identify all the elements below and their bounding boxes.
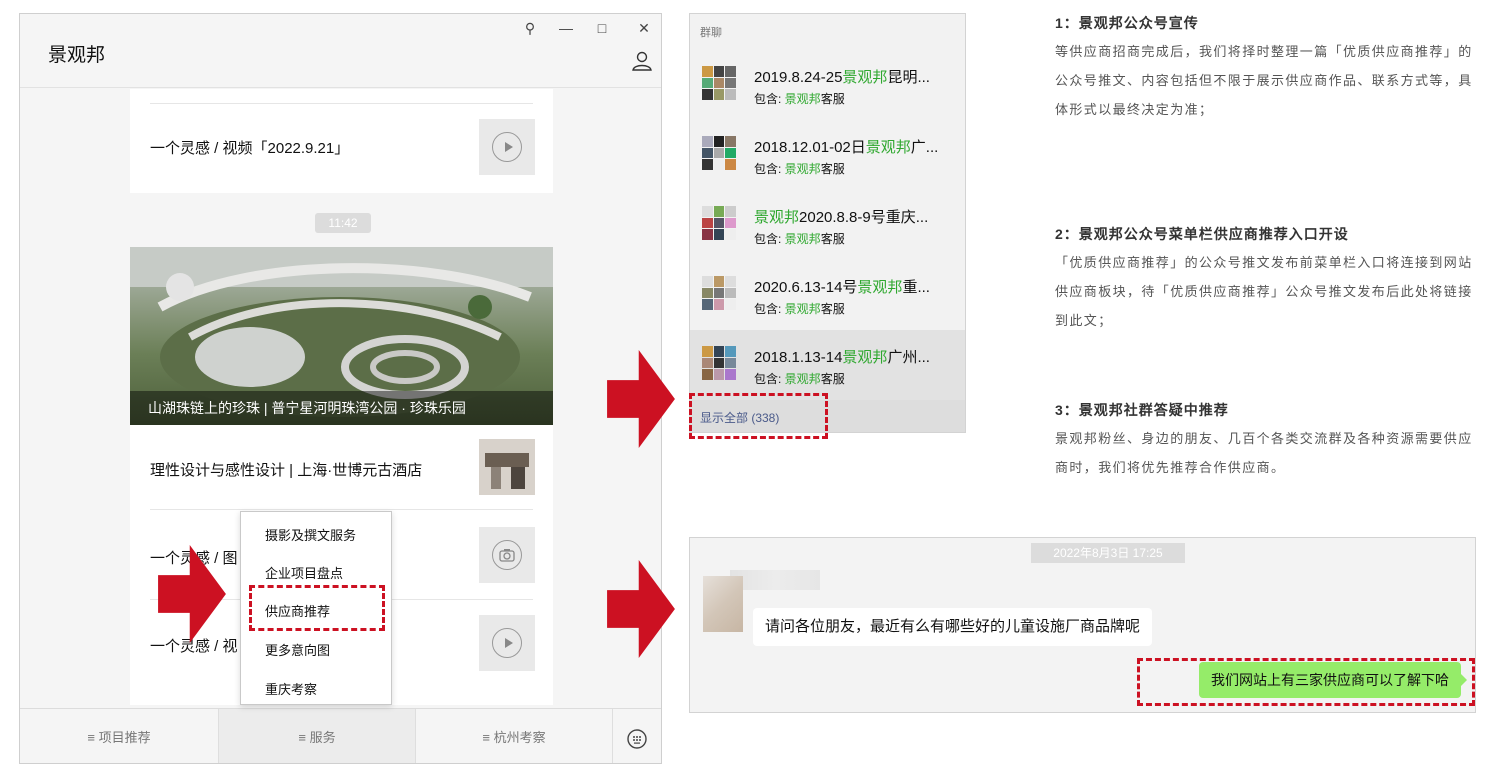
menu-item-more-images[interactable]: 更多意向图: [265, 640, 330, 659]
divider: [150, 103, 533, 104]
divider: [150, 509, 533, 510]
group-title: 2020.6.13-14号景观邦重...: [754, 279, 930, 296]
info-section: 3：景观邦社群答疑中推荐 景观邦粉丝、身边的朋友、几百个各类交流群及各种资源需要…: [1055, 400, 1485, 482]
article-title: 一个灵感 / 视频「2022.9.21」: [150, 140, 350, 157]
red-arrow-icon: [158, 545, 226, 643]
group-members: 包含: 景观邦客服: [754, 372, 845, 386]
red-arrow-icon: [607, 350, 675, 448]
blurred-name: [730, 570, 820, 590]
profile-icon[interactable]: [631, 50, 653, 72]
image-thumbnail[interactable]: [479, 527, 535, 583]
group-chat-item[interactable]: 2018.12.01-02日景观邦广... 包含: 景观邦客服: [690, 120, 965, 190]
group-members: 包含: 景观邦客服: [754, 162, 845, 176]
group-avatar: [702, 276, 736, 310]
window-title: 景观邦: [48, 45, 106, 66]
group-avatar: [702, 206, 736, 240]
group-chat-item[interactable]: 2018.1.13-14景观邦广州... 包含: 景观邦客服: [690, 330, 965, 400]
tab-hangzhou-tour[interactable]: ≡ 杭州考察: [416, 709, 612, 763]
info-paragraph: 景观邦粉丝、身边的朋友、几百个各类交流群及各种资源需要供应商时，我们将优先推荐合…: [1055, 431, 1473, 475]
highlight-box: [249, 585, 385, 631]
group-members: 包含: 景观邦客服: [754, 302, 845, 316]
info-heading: 2：景观邦公众号菜单栏供应商推荐入口开设: [1055, 226, 1349, 242]
incoming-message[interactable]: 请问各位朋友，最近有么有哪些好的儿童设施厂商品牌呢: [753, 608, 1153, 646]
image-caption: 山湖珠链上的珍珠 | 普宁星河明珠湾公园 · 珍珠乐园: [130, 391, 553, 425]
group-chat-item[interactable]: 2020.6.13-14号景观邦重... 包含: 景观邦客服: [690, 260, 965, 330]
article-card[interactable]: 一个灵感 / 视频「2022.9.21」: [130, 89, 553, 193]
chat-timestamp: 2022年8月3日 17:25: [1031, 543, 1185, 563]
info-section: 1：景观邦公众号宣传 等供应商招商完成后，我们将择时整理一篇「优质供应商推荐」的…: [1055, 13, 1485, 124]
video-thumbnail[interactable]: [479, 615, 535, 671]
menu-item-chongqing-tour[interactable]: 重庆考察: [265, 679, 317, 698]
divider: [612, 709, 613, 763]
group-avatar: [702, 346, 736, 380]
video-thumbnail[interactable]: [479, 119, 535, 175]
info-heading: 1：景观邦公众号宣传: [1055, 15, 1199, 31]
group-avatar: [702, 66, 736, 100]
camera-icon: [492, 540, 522, 570]
info-paragraph: 「优质供应商推荐」的公众号推文发布前菜单栏入口将连接到网站供应商板块，待「优质供…: [1055, 255, 1473, 328]
group-members: 包含: 景观邦客服: [754, 232, 845, 246]
info-section: 2：景观邦公众号菜单栏供应商推荐入口开设 「优质供应商推荐」的公众号推文发布前菜…: [1055, 224, 1485, 335]
avatar[interactable]: [703, 576, 743, 632]
tab-service[interactable]: ≡ 服务: [219, 709, 415, 763]
group-list-header: 群聊: [700, 27, 722, 39]
title-bar: 景观邦 ⚲ — □ ✕: [20, 14, 661, 88]
chat-timestamp: 11:42: [315, 213, 371, 233]
group-chat-item[interactable]: 景观邦2020.8.8-9号重庆... 包含: 景观邦客服: [690, 190, 965, 260]
highlight-box: [1137, 658, 1475, 706]
maximize-button[interactable]: □: [592, 20, 612, 36]
menu-item-photography[interactable]: 摄影及撰文服务: [265, 525, 356, 544]
article-title[interactable]: 理性设计与感性设计 | 上海·世博元古酒店: [150, 459, 422, 480]
play-icon: [492, 132, 522, 162]
red-arrow-icon: [607, 560, 675, 658]
play-icon: [492, 628, 522, 658]
hotel-image: [479, 439, 535, 495]
group-members: 包含: 景观邦客服: [754, 92, 845, 106]
group-title: 2018.12.01-02日景观邦广...: [754, 139, 939, 156]
tab-project-recommend[interactable]: ≡ 项目推荐: [20, 709, 218, 763]
menu-item-project-review[interactable]: 企业项目盘点: [265, 563, 343, 582]
group-title: 2019.8.24-25景观邦昆明...: [754, 69, 930, 86]
menu-bar: ≡ 项目推荐 ≡ 服务 ≡ 杭州考察: [20, 708, 661, 763]
group-title: 2018.1.13-14景观邦广州...: [754, 349, 930, 366]
info-paragraph: 等供应商招商完成后，我们将择时整理一篇「优质供应商推荐」的公众号推文、内容包括但…: [1055, 44, 1473, 117]
close-button[interactable]: ✕: [634, 20, 654, 37]
hotel-thumbnail[interactable]: [479, 439, 535, 495]
group-chat-item[interactable]: 2019.8.24-25景观邦昆明... 包含: 景观邦客服: [690, 50, 965, 120]
highlight-box: [689, 393, 828, 439]
keyboard-icon[interactable]: [626, 727, 648, 749]
group-chat-list: 群聊 2019.8.24-25景观邦昆明... 包含: 景观邦客服 2018.1…: [689, 13, 966, 433]
minimize-button[interactable]: —: [556, 20, 576, 36]
info-heading: 3：景观邦社群答疑中推荐: [1055, 402, 1229, 418]
pin-icon[interactable]: ⚲: [520, 20, 540, 37]
group-title: 景观邦2020.8.8-9号重庆...: [754, 209, 929, 226]
group-avatar: [702, 136, 736, 170]
article-cover-image[interactable]: 山湖珠链上的珍珠 | 普宁星河明珠湾公园 · 珍珠乐园: [130, 247, 553, 425]
